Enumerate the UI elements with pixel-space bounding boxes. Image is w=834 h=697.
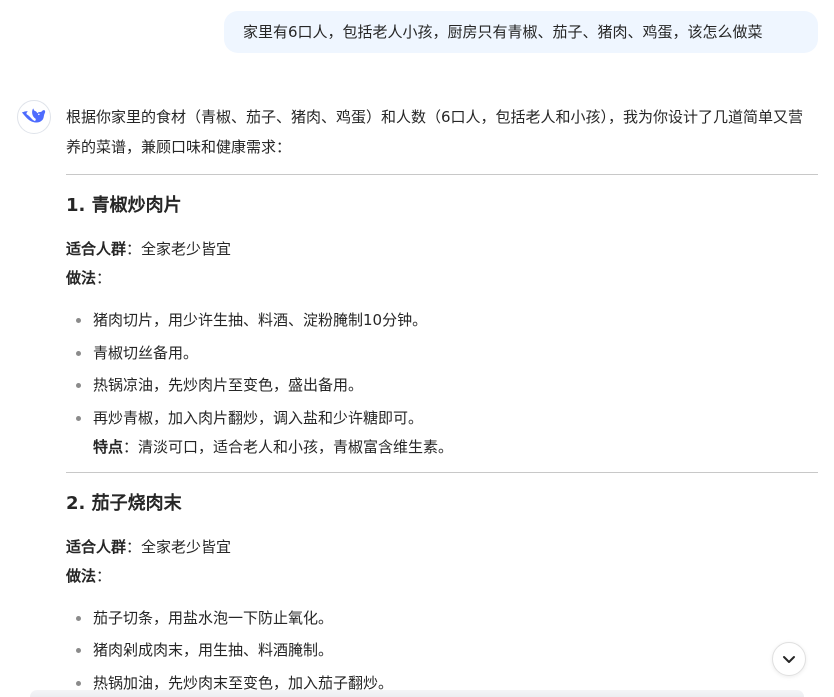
step-text: 茄子切条，用盐水泡一下防止氧化。 [93, 608, 334, 627]
method-suffix: ： [96, 269, 112, 287]
recipe-method: 做法： [66, 562, 818, 591]
bullet-dot-icon [76, 680, 81, 686]
user-message-bubble: 家里有6口人，包括老人小孩，厨房只有青椒、茄子、猪肉、鸡蛋，该怎么做菜 [224, 11, 818, 53]
assistant-avatar [17, 100, 51, 134]
method-suffix: ： [96, 566, 112, 585]
reply-intro: 根据你家里的食材（青椒、茄子、猪肉、鸡蛋）和人数（6口人，包括老人和小孩），我为… [66, 108, 804, 156]
bullet-dot-icon [76, 615, 81, 621]
recipe-audience: 适合人群：全家老少皆宜 [66, 516, 818, 562]
step-text: 再炒青椒，加入肉片翻炒，调入盐和少许糖即可。 [93, 408, 424, 427]
deepseek-whale-logo-icon [22, 108, 46, 123]
step-text: 热锅加油，先炒肉末至变色，加入茄子翻炒。 [93, 673, 394, 692]
method-label: 做法 [66, 269, 97, 287]
list-item: 再炒青椒，加入肉片翻炒，调入盐和少许糖即可。 特点：清淡可口，适合老人和小孩，青… [66, 403, 818, 461]
list-item: 茄子切条，用盐水泡一下防止氧化。 [66, 603, 818, 633]
user-message-text: 家里有6口人，包括老人小孩，厨房只有青椒、茄子、猪肉、鸡蛋，该怎么做菜 [243, 23, 763, 41]
bullet-dot-icon [76, 350, 81, 356]
recipe-steps: 猪肉切片，用少许生抽、料酒、淀粉腌制10分钟。 青椒切丝备用。 热锅凉油，先炒肉… [66, 293, 818, 461]
recipe-title: 1. 青椒炒肉片 [66, 195, 182, 216]
recipe-method: 做法： [66, 264, 818, 293]
list-item: 热锅凉油，先炒肉片至变色，盛出备用。 [66, 370, 818, 400]
feature-value: ：清淡可口，适合老人和小孩，青椒富含维生素。 [123, 437, 454, 456]
recipe-steps: 茄子切条，用盐水泡一下防止氧化。 猪肉剁成肉末，用生抽、料酒腌制。 热锅加油，先… [66, 591, 818, 697]
audience-label: 适合人群 [66, 537, 127, 556]
bullet-dot-icon [76, 648, 81, 653]
scroll-to-bottom-button[interactable] [772, 642, 806, 676]
chevron-down-icon [783, 656, 795, 663]
step-text: 猪肉剁成肉末，用生抽、料酒腌制。 [93, 641, 334, 659]
bullet-dot-icon [76, 318, 81, 323]
bullet-dot-icon [76, 383, 81, 388]
list-item: 猪肉剁成肉末，用生抽、料酒腌制。 [66, 635, 818, 665]
step-text: 热锅凉油，先炒肉片至变色，盛出备用。 [93, 376, 364, 394]
recipe-title: 2. 茄子烧肉末 [66, 492, 182, 514]
step-text: 青椒切丝备用。 [93, 343, 199, 362]
audience-value: ：全家老少皆宜 [126, 240, 232, 258]
input-area-edge [30, 690, 804, 697]
recipe-audience: 适合人群：全家老少皆宜 [66, 218, 818, 264]
method-label: 做法 [66, 566, 97, 585]
audience-label: 适合人群 [66, 240, 127, 258]
assistant-reply: 根据你家里的食材（青椒、茄子、猪肉、鸡蛋）和人数（6口人，包括老人和小孩），我为… [66, 102, 818, 697]
recipe-feature: 特点：清淡可口，适合老人和小孩，青椒富含维生素。 [93, 433, 818, 461]
chat-page: 家里有6口人，包括老人小孩，厨房只有青椒、茄子、猪肉、鸡蛋，该怎么做菜 根据你家… [0, 0, 834, 697]
list-item: 青椒切丝备用。 [66, 338, 818, 368]
bullet-dot-icon [76, 415, 81, 421]
feature-label: 特点 [93, 437, 124, 456]
step-text: 猪肉切片，用少许生抽、料酒、淀粉腌制10分钟。 [93, 311, 428, 329]
list-item: 猪肉切片，用少许生抽、料酒、淀粉腌制10分钟。 [66, 305, 818, 335]
audience-value: ：全家老少皆宜 [126, 537, 232, 556]
